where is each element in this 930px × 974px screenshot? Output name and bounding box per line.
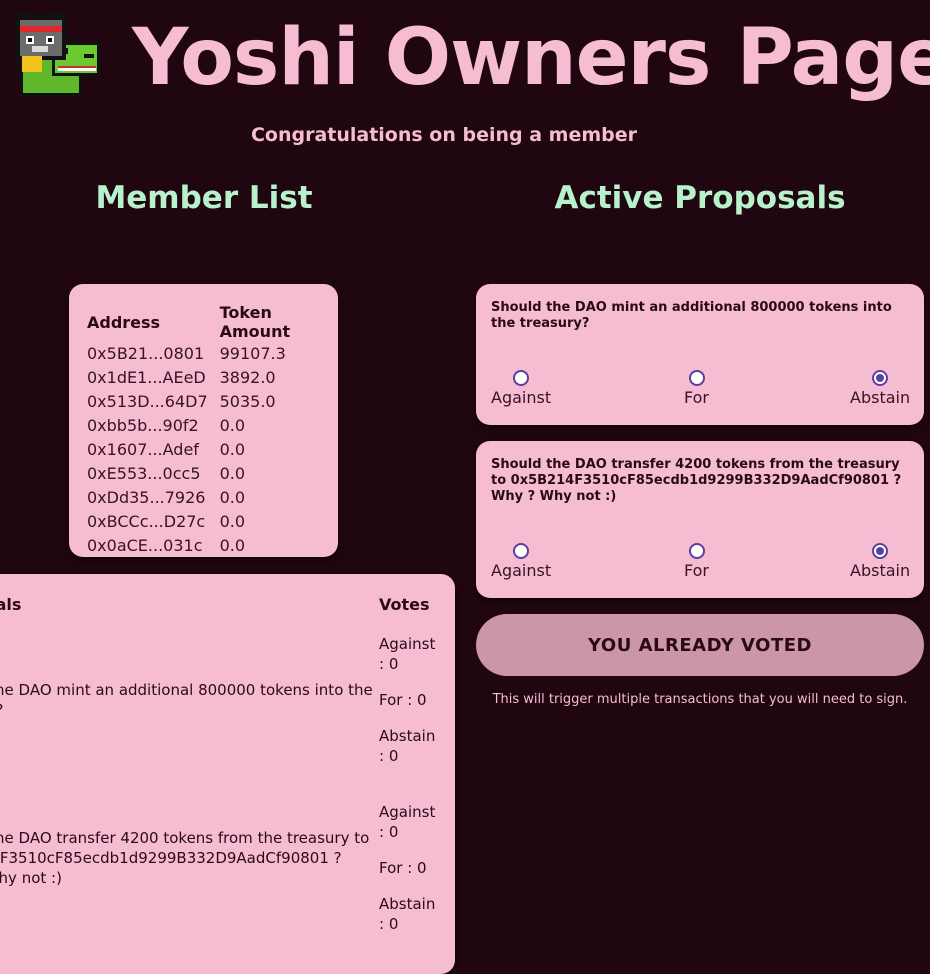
radio-abstain[interactable]: [872, 370, 889, 386]
member-token-amount: 0.0: [219, 415, 246, 435]
member-list-card: Address Token Amount 0x5B21...0801 99107.…: [69, 284, 338, 557]
proposal-question: Should the DAO mint an additional 800000…: [491, 300, 892, 331]
table-row: 0x1dE1...AEeD 3892.0: [87, 365, 338, 389]
member-address: 0xE553...0cc5: [87, 463, 201, 483]
vote-option-for[interactable]: For: [684, 543, 709, 580]
result-abstain: Abstain : 0: [379, 727, 436, 765]
member-token-amount: 0.0: [219, 487, 246, 507]
proposal-card: Should the DAO transfer 4200 tokens from…: [476, 441, 924, 598]
already-voted-button[interactable]: YOU ALREADY VOTED: [476, 614, 924, 676]
vote-option-for[interactable]: For: [684, 370, 709, 407]
table-row: 0x513D...64D7 5035.0: [87, 389, 338, 413]
member-token-amount: 99107.3: [219, 343, 286, 363]
vote-option-against[interactable]: Against: [491, 370, 551, 407]
table-row: 0x0aCE...031c 0.0: [87, 533, 338, 557]
results-header-proposals: Proposals: [0, 595, 40, 614]
table-row: 0xBCCc...D27c 0.0: [87, 509, 338, 533]
radio-for[interactable]: [688, 370, 705, 386]
yoshi-ninja-logo-icon: [12, 12, 104, 102]
page-subtitle: Congratulations on being a member: [250, 124, 638, 146]
radio-for[interactable]: [688, 543, 705, 559]
vote-option-label: Abstain: [850, 561, 911, 580]
member-token-amount: 3892.0: [219, 367, 276, 387]
result-for: For : 0: [379, 691, 427, 709]
member-address: 0x5B21...0801: [87, 343, 205, 363]
column-header-address: Address: [87, 312, 161, 332]
result-against: Against : 0: [379, 803, 436, 841]
vote-option-label: Abstain: [850, 388, 911, 407]
results-header-votes: Votes: [379, 595, 430, 614]
member-address: 0x0aCE...031c: [87, 535, 203, 555]
member-list-title: Member List: [95, 180, 313, 216]
member-address: 0x1607...Adef: [87, 439, 199, 459]
member-address: 0xbb5b...90f2: [87, 415, 199, 435]
vote-option-abstain[interactable]: Abstain: [850, 543, 910, 580]
active-proposals-title: Active Proposals: [554, 180, 846, 216]
radio-against[interactable]: [513, 543, 530, 559]
vote-option-label: For: [684, 561, 709, 580]
results-header-proposals-label: Proposals: [0, 595, 22, 614]
table-row: 0xDd35...7926 0.0: [87, 485, 338, 509]
page-title: Yoshi Owners Page: [132, 13, 930, 103]
member-table-header: Address Token Amount: [87, 303, 338, 341]
vote-option-label: Against: [491, 561, 552, 580]
table-row: 0xbb5b...90f2 0.0: [87, 413, 338, 437]
member-token-amount: 0.0: [219, 439, 246, 459]
result-question: Should the DAO mint an additional 800000…: [0, 681, 373, 719]
column-header-token-amount: Token Amount: [219, 303, 291, 341]
result-question: Should the DAO transfer 4200 tokens from…: [0, 829, 370, 887]
vote-option-against[interactable]: Against: [491, 543, 551, 580]
proposal-question: Should the DAO transfer 4200 tokens from…: [491, 457, 902, 504]
result-abstain: Abstain : 0: [379, 895, 436, 933]
proposal-results-card: Proposals Votes Should the DAO mint an a…: [0, 574, 455, 974]
table-row: 0x5B21...0801 99107.3: [87, 341, 338, 365]
member-token-amount: 0.0: [219, 535, 246, 555]
member-address: 0x513D...64D7: [87, 391, 208, 411]
member-token-amount: 0.0: [219, 511, 246, 531]
proposal-card: Should the DAO mint an additional 800000…: [476, 284, 924, 425]
result-for: For : 0: [379, 859, 427, 877]
member-address: 0xBCCc...D27c: [87, 511, 206, 531]
member-token-amount: 5035.0: [219, 391, 276, 411]
vote-option-label: For: [684, 388, 709, 407]
member-table: Address Token Amount 0x5B21...0801 99107.…: [87, 303, 338, 557]
vote-option-label: Against: [491, 388, 552, 407]
transaction-note: This will trigger multiple transactions …: [492, 692, 908, 707]
member-token-amount: 0.0: [219, 463, 246, 483]
member-address: 0x1dE1...AEeD: [87, 367, 206, 387]
result-against: Against : 0: [379, 635, 436, 673]
vote-option-abstain[interactable]: Abstain: [850, 370, 910, 407]
radio-abstain[interactable]: [872, 543, 889, 559]
table-row: 0xE553...0cc5 0.0: [87, 461, 338, 485]
member-address: 0xDd35...7926: [87, 487, 206, 507]
table-row: 0x1607...Adef 0.0: [87, 437, 338, 461]
radio-against[interactable]: [513, 370, 530, 386]
